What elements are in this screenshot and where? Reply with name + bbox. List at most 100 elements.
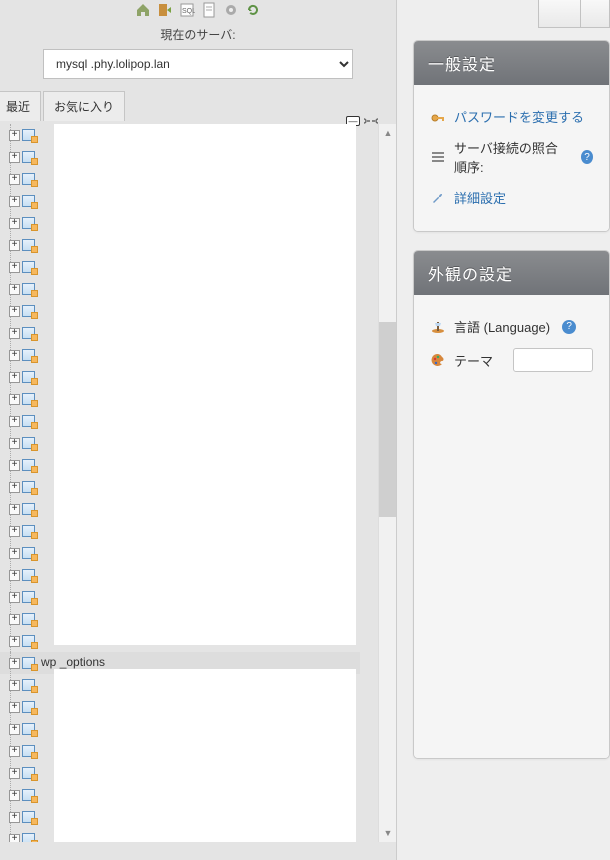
expand-icon[interactable]: + <box>9 636 20 647</box>
table-icon[interactable] <box>22 128 37 142</box>
table-icon[interactable] <box>22 436 37 450</box>
wrench-icon <box>430 190 446 206</box>
table-icon[interactable] <box>22 568 37 582</box>
table-icon[interactable] <box>22 832 37 842</box>
sql-icon[interactable]: SQL <box>179 2 195 18</box>
server-label: 現在のサーバ: <box>0 24 396 49</box>
expand-icon[interactable]: + <box>9 152 20 163</box>
home-icon[interactable] <box>135 2 151 18</box>
expand-icon[interactable]: + <box>9 262 20 273</box>
expand-icon[interactable]: + <box>9 328 20 339</box>
server-select[interactable]: mysql .phy.lolipop.lan <box>43 49 353 79</box>
change-password-link[interactable]: パスワードを変更する <box>430 101 593 132</box>
expand-icon[interactable]: + <box>9 438 20 449</box>
tab-favorites[interactable]: お気に入り <box>43 91 125 121</box>
table-icon[interactable] <box>22 524 37 538</box>
table-icon[interactable] <box>22 304 37 318</box>
table-icon[interactable] <box>22 634 37 648</box>
link-label: 詳細設定 <box>454 188 506 207</box>
expand-icon[interactable]: + <box>9 658 20 669</box>
table-icon[interactable] <box>22 150 37 164</box>
expand-icon[interactable]: + <box>9 570 20 581</box>
expand-icon[interactable]: + <box>9 416 20 427</box>
table-icon[interactable] <box>22 348 37 362</box>
list-icon <box>430 149 446 165</box>
table-icon[interactable] <box>22 458 37 472</box>
expand-icon[interactable]: + <box>9 702 20 713</box>
expand-icon[interactable]: + <box>9 768 20 779</box>
table-icon[interactable] <box>22 722 37 736</box>
table-icon[interactable] <box>22 260 37 274</box>
expand-icon[interactable]: + <box>9 812 20 823</box>
expand-icon[interactable]: + <box>9 130 20 141</box>
expand-icon[interactable]: + <box>9 592 20 603</box>
main-content: 一般設定 パスワードを変更する サーバ接続の照合順序: ? 詳細設定 <box>397 0 610 860</box>
expand-icon[interactable]: + <box>9 240 20 251</box>
expand-icon[interactable]: + <box>9 218 20 229</box>
tab-recent[interactable]: 最近 <box>0 91 41 121</box>
table-icon[interactable] <box>22 414 37 428</box>
table-icon[interactable] <box>22 590 37 604</box>
table-icon[interactable] <box>22 194 37 208</box>
expand-icon[interactable]: + <box>9 834 20 843</box>
scroll-thumb[interactable] <box>379 322 396 517</box>
table-icon[interactable] <box>22 546 37 560</box>
expand-icon[interactable]: + <box>9 548 20 559</box>
help-icon[interactable]: ? <box>562 320 576 334</box>
expand-icon[interactable]: + <box>9 284 20 295</box>
table-icon[interactable] <box>22 656 37 670</box>
scroll-down-icon[interactable]: ▼ <box>379 824 396 842</box>
table-icon[interactable] <box>22 216 37 230</box>
sidebar-tabs: 最近 お気に入り <box>0 91 396 121</box>
more-settings-link[interactable]: 詳細設定 <box>430 182 593 213</box>
logout-icon[interactable] <box>157 2 173 18</box>
table-icon[interactable] <box>22 238 37 252</box>
table-icon[interactable] <box>22 744 37 758</box>
panel-general: 一般設定 パスワードを変更する サーバ接続の照合順序: ? 詳細設定 <box>413 40 610 232</box>
help-icon[interactable]: ? <box>581 150 593 164</box>
table-icon[interactable] <box>22 810 37 824</box>
expand-icon[interactable]: + <box>9 614 20 625</box>
top-tab[interactable] <box>538 0 580 28</box>
table-icon[interactable] <box>22 678 37 692</box>
settings-icon[interactable] <box>223 2 239 18</box>
panel-appearance: 外観の設定 言語 (Language) ? テーマ <box>413 250 610 759</box>
top-tab[interactable] <box>580 0 610 28</box>
expand-icon[interactable]: + <box>9 790 20 801</box>
row-label: テーマ <box>454 351 493 370</box>
collation-row: サーバ接続の照合順序: ? <box>430 132 593 182</box>
docs-icon[interactable] <box>201 2 217 18</box>
expand-icon[interactable]: + <box>9 174 20 185</box>
top-tabs <box>538 0 610 28</box>
expand-icon[interactable]: + <box>9 460 20 471</box>
expand-icon[interactable]: + <box>9 526 20 537</box>
expand-icon[interactable]: + <box>9 196 20 207</box>
table-icon[interactable] <box>22 392 37 406</box>
reload-icon[interactable] <box>245 2 261 18</box>
table-icon[interactable] <box>22 766 37 780</box>
expand-icon[interactable]: + <box>9 372 20 383</box>
expand-icon[interactable]: + <box>9 306 20 317</box>
theme-select[interactable] <box>513 348 593 372</box>
expand-icon[interactable]: + <box>9 482 20 493</box>
table-icon[interactable] <box>22 282 37 296</box>
expand-icon[interactable]: + <box>9 680 20 691</box>
expand-icon[interactable]: + <box>9 394 20 405</box>
expand-icon[interactable]: + <box>9 504 20 515</box>
table-icon[interactable] <box>22 788 37 802</box>
scroll-up-icon[interactable]: ▲ <box>379 124 396 142</box>
table-icon[interactable] <box>22 700 37 714</box>
table-icon[interactable] <box>22 480 37 494</box>
expand-icon[interactable]: + <box>9 724 20 735</box>
table-icon[interactable] <box>22 172 37 186</box>
table-icon[interactable] <box>22 370 37 384</box>
table-icon[interactable] <box>22 612 37 626</box>
tree-scrollbar[interactable]: ▲ ▼ <box>378 124 396 842</box>
table-icon[interactable] <box>22 326 37 340</box>
expand-icon[interactable]: + <box>9 746 20 757</box>
expand-icon[interactable]: + <box>9 350 20 361</box>
link-label: パスワードを変更する <box>454 107 584 126</box>
theme-icon <box>430 352 446 368</box>
table-icon[interactable] <box>22 502 37 516</box>
sidebar-toolbar: SQL <box>0 0 396 24</box>
